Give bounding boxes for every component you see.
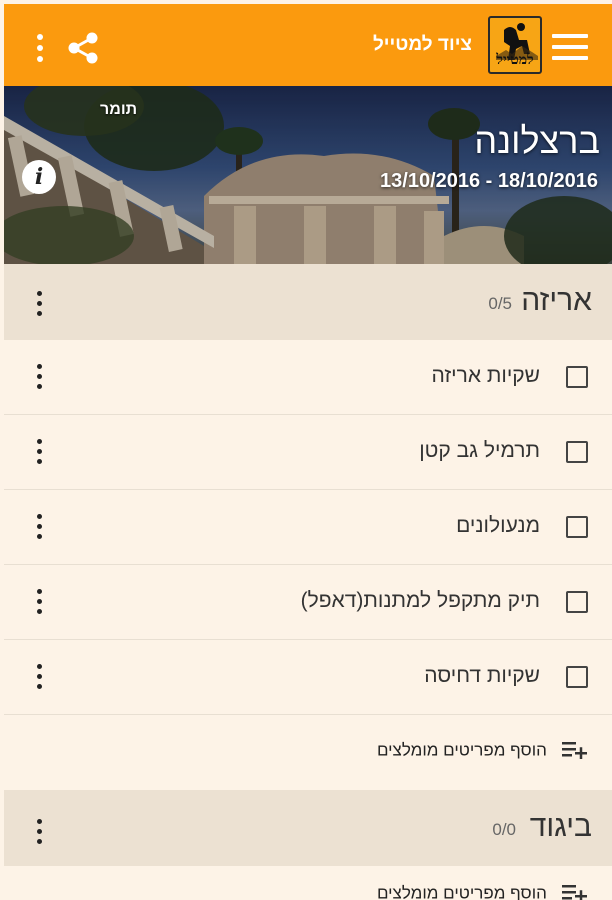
item-menu-icon[interactable] (34, 662, 44, 692)
add-recommended-button[interactable]: הוסף מפריטים מומלצים (377, 882, 588, 900)
list-item[interactable]: שקיות דחיסה (4, 640, 612, 715)
item-label: תיק מתקפל למתנות(דאפל) (300, 589, 540, 612)
item-checkbox[interactable] (566, 666, 588, 688)
add-recommended-row: הוסף מפריטים מומלצים (4, 715, 612, 790)
item-checkbox[interactable] (566, 591, 588, 613)
playlist-add-icon (562, 882, 588, 900)
section-menu-icon[interactable] (34, 289, 44, 319)
item-checkbox[interactable] (566, 366, 588, 388)
section-title: ביגוד (529, 810, 592, 843)
more-vertical-icon[interactable] (32, 32, 48, 64)
trip-banner[interactable]: תומר i ברצלונה 13/10/2016 - 18/10/2016 (4, 86, 612, 264)
share-icon[interactable] (66, 30, 100, 66)
add-recommended-row: הוסף מפריטים מומלצים (4, 866, 612, 900)
item-menu-icon[interactable] (34, 587, 44, 617)
section-count: 0/0 (492, 820, 516, 839)
add-recommended-button[interactable]: הוסף מפריטים מומלצים (377, 739, 588, 763)
section-count: 0/5 (488, 294, 512, 313)
item-checkbox[interactable] (566, 516, 588, 538)
add-recommended-label: הוסף מפריטים מומלצים (376, 883, 547, 900)
photo-credit: תומר (100, 101, 138, 118)
section-header-packing[interactable]: אריזה 0/5 (4, 264, 612, 340)
section-menu-icon[interactable] (34, 817, 44, 847)
app-logo: למטייל (488, 16, 542, 74)
item-menu-icon[interactable] (34, 512, 44, 542)
item-menu-icon[interactable] (34, 437, 44, 467)
item-menu-icon[interactable] (34, 362, 44, 392)
list-item[interactable]: שקיות אריזה (4, 340, 612, 415)
list-item[interactable]: תרמיל גב קטן (4, 415, 612, 490)
app-bar: למטייל ציוד למטייל (4, 4, 612, 86)
app-title: ציוד למטייל (372, 34, 472, 55)
item-label: תרמיל גב קטן (419, 439, 540, 462)
item-label: שקיות דחיסה (424, 664, 540, 687)
item-checkbox[interactable] (566, 441, 588, 463)
item-label: מנעולונים (456, 514, 540, 537)
list-item[interactable]: תיק מתקפל למתנות(דאפל) (4, 565, 612, 640)
playlist-add-icon (562, 739, 588, 763)
list-item[interactable]: מנעולונים (4, 490, 612, 565)
section-header-clothing[interactable]: ביגוד 0/0 (4, 790, 612, 866)
trip-dates: 13/10/2016 - 18/10/2016 (380, 170, 598, 192)
item-label: שקיות אריזה (431, 364, 540, 387)
section-title: אריזה (521, 284, 592, 317)
hamburger-icon[interactable] (552, 34, 588, 60)
add-recommended-label: הוסף מפריטים מומלצים (376, 740, 547, 760)
info-icon[interactable]: i (22, 160, 56, 194)
trip-name: ברצלונה (474, 120, 600, 161)
